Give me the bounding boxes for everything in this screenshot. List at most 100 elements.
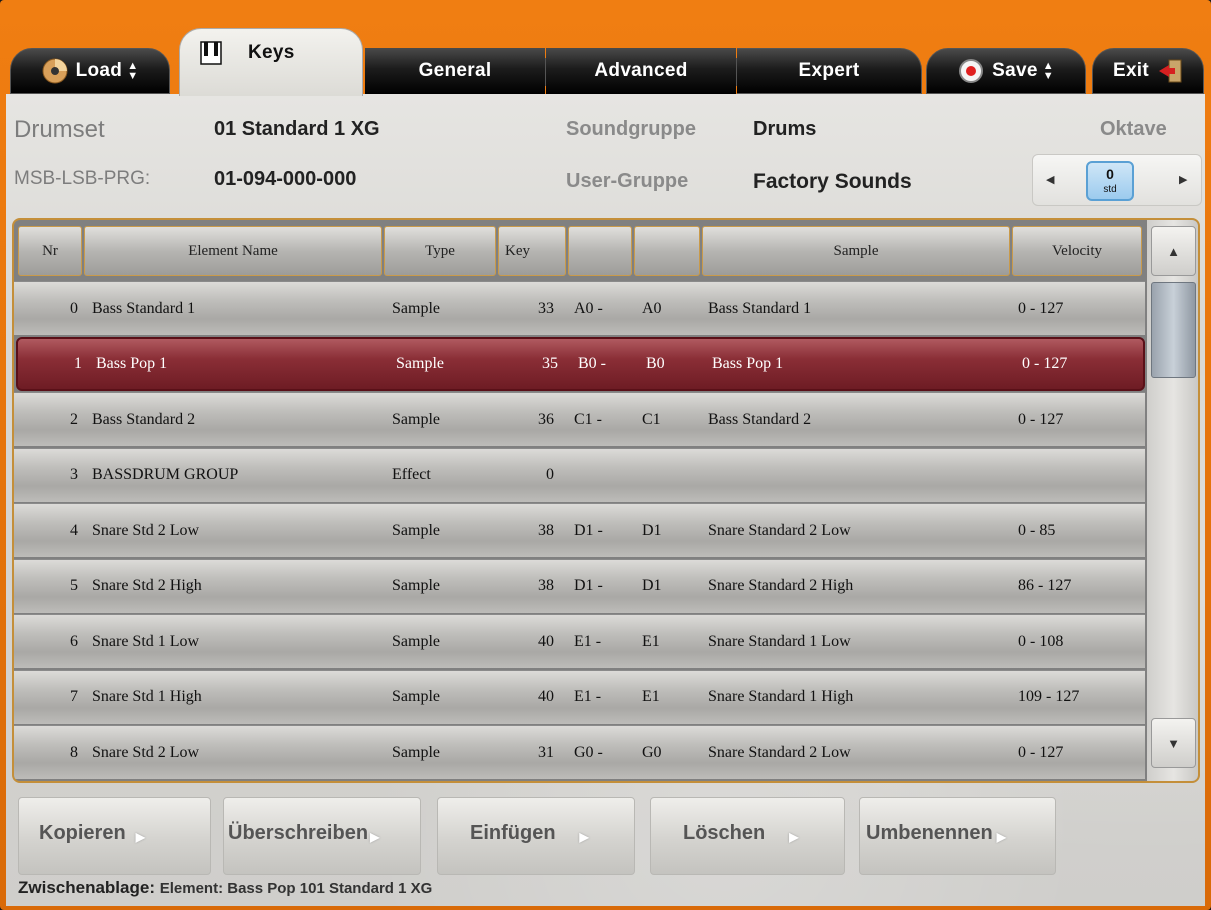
- table-scrollbar[interactable]: ▲ ▼: [1147, 220, 1198, 781]
- drumset-label: Drumset: [14, 116, 105, 143]
- col-key-from[interactable]: [568, 226, 632, 276]
- cell-name: Bass Standard 2: [92, 410, 196, 428]
- tab-general[interactable]: General: [365, 48, 545, 94]
- clipboard-status: Zwischenablage: Element: Bass Pop 101 St…: [18, 878, 432, 898]
- cell-sample: Snare Standard 2 Low: [708, 521, 851, 539]
- table-row[interactable]: 5 Snare Std 2 High Sample 38 D1 - D1 Snare Sta…: [14, 558, 1145, 613]
- cell-type: Sample: [396, 354, 444, 372]
- cell-from: C1 -: [574, 410, 602, 428]
- cell-nr: 6: [70, 632, 78, 650]
- cell-sample: [708, 449, 1008, 502]
- col-nr[interactable]: Nr: [18, 226, 82, 276]
- tab-general-label: General: [418, 60, 492, 81]
- umbenennen-button[interactable]: Umbenennen ▶: [859, 797, 1056, 875]
- cell-velocity: 86 - 127: [1018, 577, 1072, 594]
- tab-advanced[interactable]: Advanced: [546, 48, 736, 94]
- einfuegen-label: Einfügen: [470, 822, 556, 844]
- table-row[interactable]: 7 Snare Std 1 High Sample 40 E1 - E1 Snare Sta…: [14, 669, 1145, 724]
- play-arrow-icon: ▶: [789, 830, 799, 844]
- cell-type: Sample: [392, 577, 440, 594]
- cell-type: Sample: [392, 410, 440, 428]
- tab-keys[interactable]: Keys: [179, 28, 363, 96]
- exit-label: Exit: [1112, 60, 1150, 81]
- arrow-up-icon: ▲: [1167, 243, 1180, 259]
- record-icon: [958, 58, 984, 84]
- loeschen-button[interactable]: Löschen ▶: [650, 797, 845, 875]
- play-arrow-icon: ▶: [370, 830, 380, 844]
- drumset-value: 01 Standard 1 XG: [214, 118, 380, 140]
- cell-to: C1: [642, 410, 661, 428]
- col-velocity[interactable]: Velocity: [1012, 226, 1142, 276]
- cell-nr: 1: [74, 354, 82, 372]
- scroll-thumb[interactable]: [1151, 282, 1196, 378]
- soundgruppe-value: Drums: [753, 118, 817, 140]
- cell-to: D1: [642, 521, 662, 539]
- table-row[interactable]: 0 Bass Standard 1 Sample 33 A0 - A0 Bass Stand…: [14, 281, 1145, 335]
- col-key[interactable]: Key: [498, 226, 566, 276]
- tab-advanced-label: Advanced: [594, 60, 688, 81]
- scroll-up-button[interactable]: ▲: [1151, 226, 1196, 276]
- tab-bar: Load ▲ ▼ Keys General Advanced Expert Sav…: [0, 0, 1211, 96]
- table-row[interactable]: 3 BASSDRUM GROUP Effect 0: [14, 447, 1145, 502]
- col-key-to[interactable]: [634, 226, 700, 276]
- cell-nr: 4: [70, 521, 78, 539]
- cell-velocity: 0 - 127: [1022, 354, 1068, 372]
- load-label: Load: [75, 60, 123, 81]
- cell-sample: Bass Pop 1: [712, 354, 784, 372]
- oktave-stepper: ◀ 0 std ▶: [1032, 154, 1202, 206]
- cell-nr: 2: [70, 410, 78, 428]
- scroll-down-button[interactable]: ▼: [1151, 718, 1196, 768]
- table-row[interactable]: 1 Bass Pop 1 Sample 35 B0 - B0 Bass Pop 1 0 - 1…: [16, 336, 1145, 391]
- cell-name: Snare Std 2 Low: [92, 743, 200, 761]
- ueberschreiben-button[interactable]: Überschreiben ▶: [223, 797, 421, 875]
- cell-name: Snare Std 2 Low: [92, 521, 200, 539]
- oktave-number: 0: [1106, 166, 1114, 182]
- arrow-left-icon[interactable]: ◀: [1046, 173, 1054, 186]
- loeschen-label: Löschen: [683, 822, 766, 844]
- einfuegen-button[interactable]: Einfügen ▶: [437, 797, 635, 875]
- cell-name: Snare Std 1 Low: [92, 632, 200, 650]
- cell-sample: Snare Standard 2 High: [708, 577, 854, 594]
- cell-from: [574, 449, 632, 502]
- table-row[interactable]: 4 Snare Std 2 Low Sample 38 D1 - D1 Snare Stan…: [14, 503, 1145, 557]
- cell-from: B0 -: [578, 354, 606, 372]
- cell-sample: Snare Standard 1 Low: [708, 632, 851, 650]
- tab-keys-label: Keys: [248, 41, 295, 63]
- col-element-name[interactable]: Element Name: [84, 226, 382, 276]
- cell-nr: 0: [70, 299, 78, 317]
- cell-sample: Bass Standard 1: [708, 299, 812, 317]
- oktave-value[interactable]: 0 std: [1086, 161, 1134, 201]
- kopieren-button[interactable]: Kopieren ▶: [18, 797, 211, 875]
- cell-sample: Bass Standard 2: [708, 410, 812, 428]
- table-row[interactable]: 8 Snare Std 2 Low Sample 31 G0 - G0 Snare Stan…: [14, 725, 1145, 779]
- table-row[interactable]: 6 Snare Std 1 Low Sample 40 E1 - E1 Snare Stan…: [14, 614, 1145, 668]
- cell-nr: 5: [70, 577, 78, 594]
- arrow-down-icon: ▼: [1167, 735, 1180, 751]
- cell-to: B0: [646, 354, 665, 372]
- cell-to: [642, 449, 698, 502]
- kopieren-label: Kopieren: [39, 822, 126, 844]
- exit-button[interactable]: Exit: [1092, 48, 1204, 94]
- cell-velocity: [1018, 449, 1142, 502]
- cell-name: Bass Pop 1: [96, 354, 168, 372]
- cell-from: D1 -: [574, 521, 603, 539]
- arrow-right-icon[interactable]: ▶: [1179, 173, 1187, 186]
- cell-key: 38: [538, 521, 554, 539]
- cell-type: Sample: [392, 632, 440, 650]
- exit-door-icon: [1157, 58, 1183, 84]
- load-button[interactable]: Load ▲ ▼: [10, 48, 170, 94]
- save-button[interactable]: Save ▲ ▼: [926, 48, 1086, 94]
- cell-velocity: 109 - 127: [1018, 688, 1080, 705]
- cell-key: 0: [546, 466, 554, 483]
- cell-velocity: 0 - 108: [1018, 632, 1064, 650]
- umbenennen-label: Umbenennen: [866, 822, 993, 844]
- tab-expert[interactable]: Expert: [737, 48, 922, 94]
- cell-nr: 8: [70, 743, 78, 761]
- save-label: Save: [992, 60, 1038, 81]
- table-row[interactable]: 2 Bass Standard 2 Sample 36 C1 - C1 Bass Stand…: [14, 392, 1145, 446]
- oktave-label: Oktave: [1100, 118, 1167, 140]
- col-sample[interactable]: Sample: [702, 226, 1010, 276]
- play-arrow-icon: ▶: [996, 830, 1006, 844]
- col-type[interactable]: Type: [384, 226, 496, 276]
- updown-icon: ▲ ▼: [127, 60, 139, 82]
